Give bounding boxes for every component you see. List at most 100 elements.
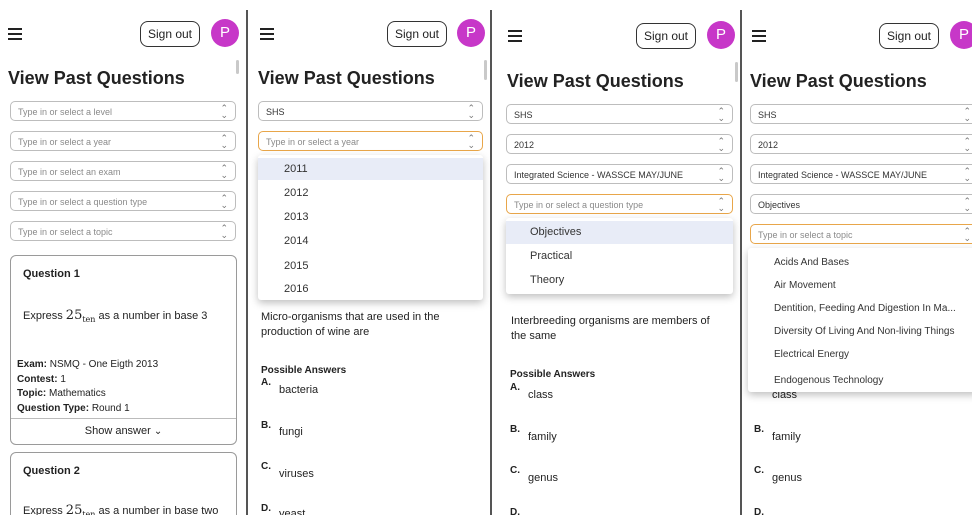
sign-out-button[interactable]: Sign out bbox=[140, 21, 200, 47]
chevron-updown-icon: ⌃ ⌄ bbox=[963, 106, 971, 123]
year-option[interactable]: 2016 bbox=[258, 279, 483, 299]
question-type-placeholder: Type in or select a question type bbox=[18, 197, 148, 207]
avatar[interactable]: P bbox=[707, 21, 735, 49]
question-card: Question 2 Express 25ten as a number in … bbox=[10, 452, 237, 515]
exam-placeholder: Type in or select an exam bbox=[18, 167, 121, 177]
exam-value: Integrated Science - WASSCE MAY/JUNE bbox=[758, 170, 928, 180]
question-text: Micro-organisms that are used in the pro… bbox=[261, 311, 440, 338]
topic-placeholder: Type in or select a topic bbox=[758, 230, 853, 240]
question-type-value: Objectives bbox=[758, 200, 801, 210]
avatar[interactable]: P bbox=[457, 19, 485, 47]
question-type-placeholder: Type in or select a question type bbox=[514, 200, 644, 210]
answer-text: family bbox=[528, 431, 557, 443]
level-value: SHS bbox=[758, 110, 777, 120]
level-value: SHS bbox=[514, 110, 533, 120]
level-select[interactable]: SHS ⌃ ⌄ bbox=[750, 104, 972, 124]
scrollbar[interactable] bbox=[236, 60, 239, 74]
chevron-updown-icon: ⌃ ⌄ bbox=[717, 196, 725, 213]
question-type-option[interactable]: Objectives bbox=[506, 221, 733, 244]
menu-icon[interactable] bbox=[260, 28, 274, 40]
question-type-dropdown: Objectives Practical Theory bbox=[506, 218, 733, 294]
page-title: View Past Questions bbox=[507, 71, 684, 91]
level-select[interactable]: SHS ⌃ ⌄ bbox=[258, 101, 483, 121]
level-value: SHS bbox=[266, 107, 285, 117]
level-select[interactable]: SHS ⌃ ⌄ bbox=[506, 104, 733, 124]
scrollbar[interactable] bbox=[484, 60, 487, 80]
topic-dropdown: Acids And Bases Air Movement Dentition, … bbox=[748, 248, 972, 392]
answer-text: fungi bbox=[279, 426, 303, 438]
topic-select[interactable]: Type in or select a topic ⌃ ⌄ bbox=[10, 221, 236, 241]
menu-icon[interactable] bbox=[8, 28, 22, 40]
chevron-updown-icon: ⌃ ⌄ bbox=[963, 196, 971, 213]
chevron-updown-icon: ⌃ ⌄ bbox=[220, 223, 228, 240]
chevron-updown-icon: ⌃ ⌄ bbox=[717, 106, 725, 123]
year-select[interactable]: Type in or select a year ⌃ ⌄ bbox=[10, 131, 236, 151]
year-option[interactable]: 2014 bbox=[258, 230, 483, 252]
question-type-select[interactable]: Type in or select a question type ⌃ ⌄ bbox=[506, 194, 733, 214]
question-type-select[interactable]: Objectives ⌃ ⌄ bbox=[750, 194, 972, 214]
sign-out-button[interactable]: Sign out bbox=[636, 23, 696, 49]
year-option[interactable]: 2013 bbox=[258, 206, 483, 228]
answer-letter: C. bbox=[261, 461, 271, 472]
panel-3: Sign out P View Past Questions SHS ⌃ ⌄ 20… bbox=[495, 0, 740, 515]
scrollbar[interactable] bbox=[735, 62, 738, 82]
answer-letter: D. bbox=[261, 503, 271, 514]
chevron-updown-icon: ⌃ ⌄ bbox=[220, 133, 228, 150]
exam-select[interactable]: Integrated Science - WASSCE MAY/JUNE ⌃ ⌄ bbox=[750, 164, 972, 184]
answer-letter: C. bbox=[754, 465, 764, 476]
page-title: View Past Questions bbox=[8, 68, 185, 88]
answer-text: genus bbox=[772, 472, 802, 484]
year-option[interactable]: 2015 bbox=[258, 255, 483, 277]
menu-icon[interactable] bbox=[508, 30, 522, 42]
chevron-updown-icon: ⌃ ⌄ bbox=[963, 226, 971, 243]
year-placeholder: Type in or select a year bbox=[18, 137, 112, 147]
answer-letter: B. bbox=[261, 420, 271, 431]
year-value: 2012 bbox=[758, 140, 779, 150]
question-text: Interbreeding organisms are members of t… bbox=[511, 315, 710, 342]
question-heading: Question 2 bbox=[23, 465, 80, 477]
page-title: View Past Questions bbox=[258, 68, 435, 88]
menu-icon[interactable] bbox=[752, 30, 766, 42]
question-type-option[interactable]: Practical bbox=[506, 245, 733, 268]
year-option[interactable]: 2011 bbox=[258, 158, 483, 180]
answer-text: family bbox=[772, 431, 801, 443]
year-option[interactable]: 2012 bbox=[258, 182, 483, 204]
question-type-option[interactable]: Theory bbox=[506, 269, 733, 292]
question-card: Question 1 Express 25ten as a number in … bbox=[10, 255, 237, 445]
chevron-updown-icon: ⌃ ⌄ bbox=[717, 136, 725, 153]
year-select[interactable]: 2012 ⌃ ⌄ bbox=[750, 134, 972, 154]
sign-out-button[interactable]: Sign out bbox=[387, 21, 447, 47]
level-select[interactable]: Type in or select a level ⌃ ⌄ bbox=[10, 101, 236, 121]
question-text: Express 25ten as a number in base 3 bbox=[23, 308, 208, 325]
answer-letter: D. bbox=[510, 507, 520, 515]
topic-option[interactable]: Electrical Energy bbox=[748, 344, 972, 366]
possible-answers-heading: Possible Answers bbox=[261, 365, 347, 376]
topic-option[interactable]: Acids And Bases bbox=[748, 252, 972, 274]
year-select[interactable]: 2012 ⌃ ⌄ bbox=[506, 134, 733, 154]
sign-out-button[interactable]: Sign out bbox=[879, 23, 939, 49]
exam-select[interactable]: Integrated Science - WASSCE MAY/JUNE ⌃ ⌄ bbox=[506, 164, 733, 184]
question-type-select[interactable]: Type in or select a question type ⌃ ⌄ bbox=[10, 191, 236, 211]
topic-option[interactable]: Endogenous Technology bbox=[748, 372, 972, 390]
answer-text: class bbox=[528, 389, 554, 401]
chevron-updown-icon: ⌃ ⌄ bbox=[220, 193, 228, 210]
panel-1: Sign out P View Past Questions Type in o… bbox=[0, 0, 246, 515]
year-select[interactable]: Type in or select a year ⌃ ⌄ bbox=[258, 131, 483, 151]
year-placeholder: Type in or select a year bbox=[266, 137, 360, 147]
answer-letter: A. bbox=[261, 377, 271, 388]
page-title: View Past Questions bbox=[750, 71, 927, 91]
question-meta: Exam: NSMQ - One Eigth 2013 Contest: 1 T… bbox=[17, 359, 159, 414]
show-answer-label: Show answer bbox=[84, 425, 151, 437]
show-answer-button[interactable]: Show answer ⌄ bbox=[11, 425, 236, 437]
topic-select[interactable]: Type in or select a topic ⌃ ⌄ bbox=[750, 224, 972, 244]
topic-option[interactable]: Air Movement bbox=[748, 275, 972, 297]
exam-select[interactable]: Type in or select an exam ⌃ ⌄ bbox=[10, 161, 236, 181]
avatar[interactable]: P bbox=[950, 21, 972, 49]
topic-option[interactable]: Diversity Of Living And Non-living Thing… bbox=[748, 321, 972, 343]
chevron-updown-icon: ⌃ ⌄ bbox=[220, 103, 228, 120]
avatar[interactable]: P bbox=[211, 19, 239, 47]
topic-option[interactable]: Dentition, Feeding And Digestion In Ma..… bbox=[748, 298, 972, 320]
chevron-updown-icon: ⌃ ⌄ bbox=[220, 163, 228, 180]
chevron-down-icon: ⌄ bbox=[153, 426, 163, 437]
answer-text: viruses bbox=[279, 468, 314, 480]
